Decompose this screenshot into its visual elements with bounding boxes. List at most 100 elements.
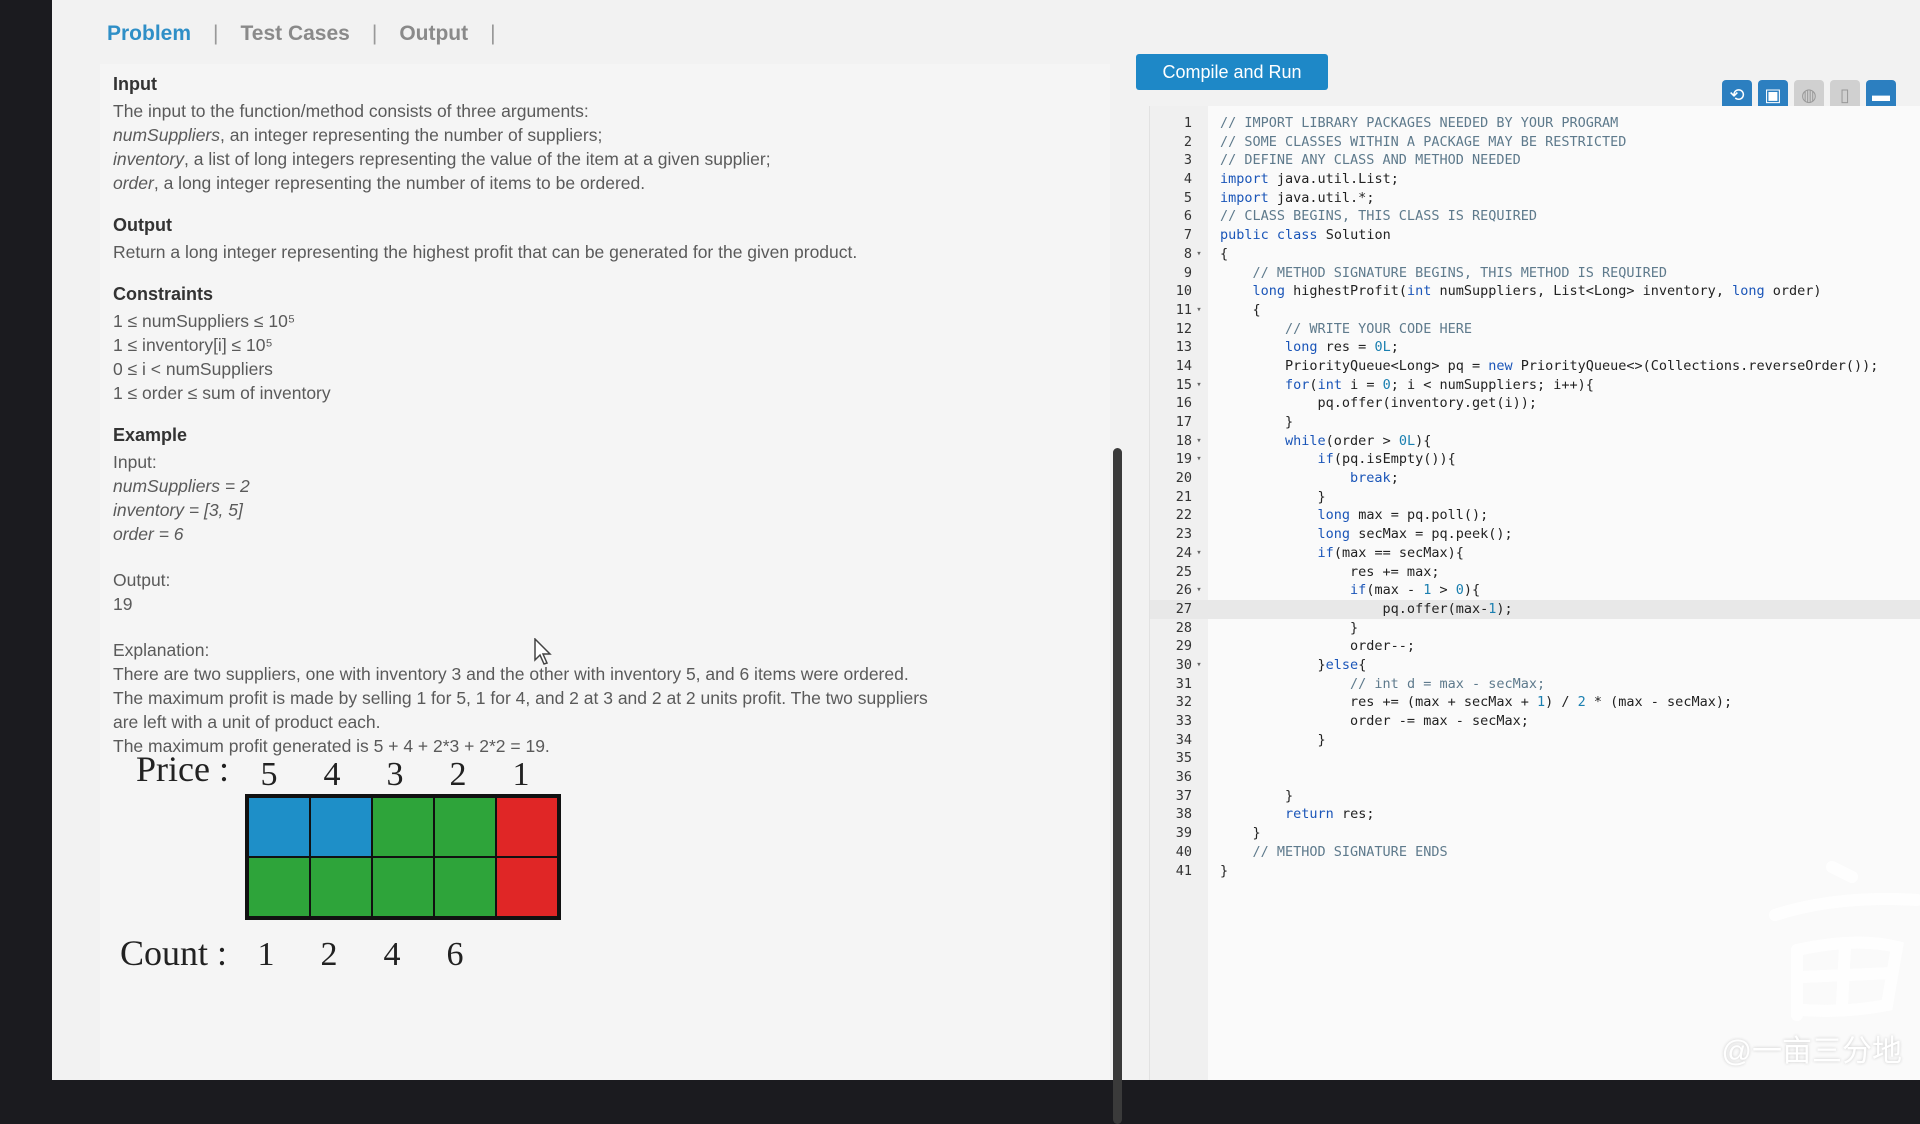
code-line[interactable]: 17 } — [1150, 413, 1920, 432]
code-line[interactable]: 19 ▾ if(pq.isEmpty()){ — [1150, 450, 1920, 469]
code-text: long highestProfit(int numSuppliers, Lis… — [1252, 283, 1822, 300]
code-line[interactable]: 10 long highestProfit(int numSuppliers, … — [1150, 282, 1920, 301]
code-line[interactable]: 34 } — [1150, 731, 1920, 750]
line-number: 8 — [1183, 245, 1192, 262]
problem-scrollbar[interactable] — [1113, 448, 1122, 1124]
explanation-line: are left with a unit of product each. — [113, 712, 381, 732]
fold-toggle-icon[interactable]: ▾ — [1192, 656, 1206, 675]
code-line[interactable]: 12 // WRITE YOUR CODE HERE — [1150, 320, 1920, 339]
code-line[interactable]: 23 long secMax = pq.peek(); — [1150, 525, 1920, 544]
code-line[interactable]: 9 // METHOD SIGNATURE BEGINS, THIS METHO… — [1150, 264, 1920, 283]
code-line[interactable]: 4 import java.util.List; — [1150, 170, 1920, 189]
code-text: // WRITE YOUR CODE HERE — [1285, 320, 1472, 337]
line-number: 21 — [1175, 488, 1192, 505]
fold-toggle-icon[interactable]: ▾ — [1192, 432, 1206, 451]
code-line[interactable]: 7 public class Solution — [1150, 226, 1920, 245]
code-text: order -= max - secMax; — [1220, 713, 1529, 729]
code-line[interactable]: 33 order -= max - secMax; — [1150, 712, 1920, 731]
code-line[interactable]: 35 — [1150, 749, 1920, 768]
inventory-grid — [245, 794, 561, 920]
code-line[interactable]: 16 pq.offer(inventory.get(i)); — [1150, 394, 1920, 413]
inventory-cell — [248, 797, 310, 857]
constraint-item: 1 ≤ inventory[i] ≤ 10⁵ — [113, 335, 273, 355]
code-line[interactable]: 38 return res; — [1150, 805, 1920, 824]
line-number: 29 — [1175, 638, 1192, 655]
code-text: PriorityQueue<Long> pq = new PriorityQue… — [1220, 357, 1879, 374]
code-line[interactable]: 3 // DEFINE ANY CLASS AND METHOD NEEDED — [1150, 151, 1920, 170]
code-line[interactable]: 18 ▾ while(order > 0L){ — [1150, 432, 1920, 451]
line-number: 17 — [1175, 414, 1192, 430]
count-value: 6 — [446, 936, 464, 973]
code-line[interactable]: 6 // CLASS BEGINS, THIS CLASS IS REQUIRED — [1150, 207, 1920, 226]
code-line[interactable]: 37 } — [1150, 787, 1920, 806]
code-line[interactable]: 25 res += max; — [1150, 563, 1920, 582]
code-text: { — [1220, 301, 1261, 318]
input-arg-inventory: inventory, a list of long integers repre… — [113, 147, 1083, 171]
code-line[interactable]: 30 ▾ }else{ — [1150, 656, 1920, 675]
fold-toggle-icon[interactable]: ▾ — [1192, 301, 1206, 320]
arg-desc: , an integer representing the number of … — [220, 125, 603, 145]
tab-separator: | — [371, 22, 378, 45]
code-line[interactable]: 20 break; — [1150, 469, 1920, 488]
code-line[interactable]: 1 // IMPORT LIBRARY PACKAGES NEEDED BY YO… — [1150, 114, 1920, 133]
tab-test-cases[interactable]: Test Cases — [241, 22, 350, 46]
tab-output[interactable]: Output — [399, 22, 468, 46]
input-arg-order: order, a long integer representing the n… — [113, 171, 1083, 195]
code-line[interactable]: 36 — [1150, 768, 1920, 787]
line-number: 33 — [1175, 713, 1192, 729]
inventory-cell — [496, 797, 558, 857]
code-line[interactable]: 29 order--; — [1150, 637, 1920, 656]
code-line[interactable]: 21 } — [1150, 488, 1920, 507]
code-line[interactable]: 32 res += (max + secMax + 1) / 2 * (max … — [1150, 693, 1920, 712]
code-line[interactable]: 5 import java.util.*; — [1150, 189, 1920, 208]
line-number: 40 — [1175, 843, 1192, 860]
tab-problem[interactable]: Problem — [107, 22, 191, 46]
example-input-line: order = 6 — [113, 524, 184, 544]
fold-toggle-icon[interactable]: ▾ — [1192, 544, 1206, 563]
line-number: 34 — [1175, 731, 1192, 748]
code-line[interactable]: 11 ▾ { — [1150, 301, 1920, 320]
line-number: 7 — [1183, 227, 1192, 244]
code-text: // int d = max - secMax; — [1350, 675, 1546, 692]
code-line[interactable]: 28 } — [1150, 619, 1920, 638]
code-line[interactable]: 22 long max = pq.poll(); — [1150, 506, 1920, 525]
fold-toggle-icon[interactable]: ▾ — [1192, 450, 1206, 469]
line-number: 39 — [1175, 825, 1192, 842]
compile-and-run-button[interactable]: Compile and Run — [1136, 54, 1328, 90]
code-text: } — [1220, 619, 1359, 636]
inventory-cell — [496, 857, 558, 917]
code-line[interactable]: 15 ▾ for(int i = 0; i < numSuppliers; i++… — [1150, 376, 1920, 395]
code-text: break; — [1350, 470, 1399, 487]
code-line[interactable]: 14 PriorityQueue<Long> pq = new Priority… — [1150, 357, 1920, 376]
fold-toggle-icon[interactable]: ▾ — [1192, 581, 1206, 600]
screen: Problem | Test Cases | Output | Input Th… — [52, 0, 1920, 1124]
fold-toggle-icon[interactable]: ▾ — [1192, 376, 1206, 395]
inventory-cell — [372, 797, 434, 857]
fold-toggle-icon[interactable]: ▾ — [1192, 245, 1206, 264]
code-line[interactable]: 31 // int d = max - secMax; — [1150, 675, 1920, 694]
code-text: } — [1220, 825, 1261, 842]
code-line[interactable]: 26 ▾ if(max - 1 > 0){ — [1150, 581, 1920, 600]
code-line[interactable]: 27 pq.offer(max-1); — [1150, 599, 1920, 619]
code-line[interactable]: 24 ▾ if(max == secMax){ — [1150, 544, 1920, 563]
code-line[interactable]: 39 } — [1150, 824, 1920, 843]
code-line[interactable]: 13 long res = 0L; — [1150, 338, 1920, 357]
line-number: 10 — [1175, 283, 1192, 300]
code-line[interactable]: 2 // SOME CLASSES WITHIN A PACKAGE MAY BE… — [1150, 133, 1920, 152]
line-number: 26 — [1175, 582, 1192, 599]
line-number: 15 — [1175, 376, 1192, 393]
line-number: 37 — [1175, 787, 1192, 804]
code-line[interactable]: 8 ▾ { — [1150, 245, 1920, 264]
